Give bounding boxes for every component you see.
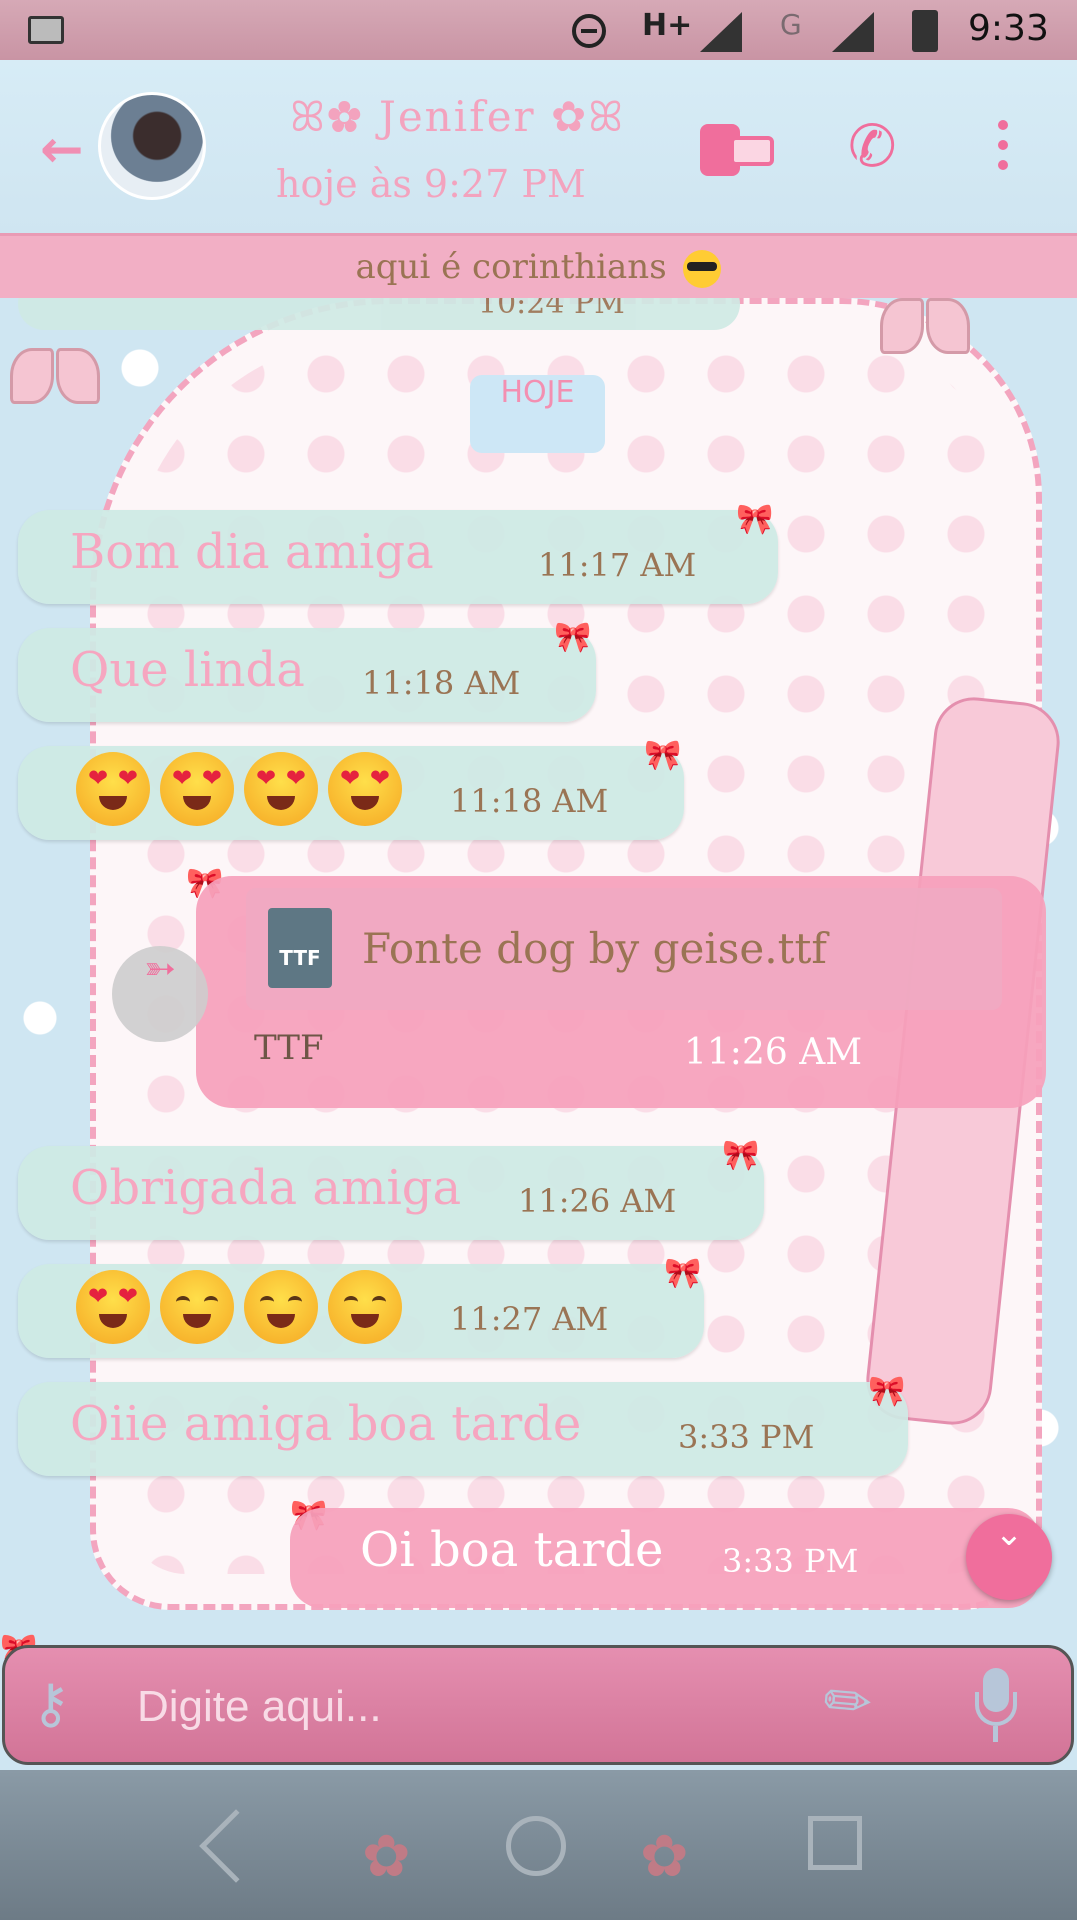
heart-eyes-emoji-icon xyxy=(160,752,234,826)
incoming-message-bubble[interactable]: 11:27 AM xyxy=(18,1264,704,1358)
nav-home-icon[interactable] xyxy=(506,1816,566,1876)
message-input-bar: ⚷ ✎ xyxy=(2,1645,1074,1765)
nav-recents-icon[interactable] xyxy=(808,1816,862,1870)
system-navigation-bar: ✿ ✿ xyxy=(0,1770,1077,1920)
chat-header: ← ꕤ✿ Jenifer ✿ꕤ hoje às 9:27 PM ✆ xyxy=(0,60,1077,236)
heart-eyes-emoji-icon xyxy=(76,752,150,826)
incoming-message-bubble[interactable]: Que linda 11:18 AM xyxy=(18,628,596,722)
heart-eyes-emoji-icon xyxy=(244,752,318,826)
network-type-secondary: G xyxy=(780,8,802,41)
signal-strength-icon-2 xyxy=(832,12,874,52)
file-attachment-card[interactable]: TTF Fonte dog by geise.ttf xyxy=(246,888,1002,1010)
bow-decoration-icon: 🎀 xyxy=(736,502,774,537)
network-type: H+ xyxy=(642,8,693,43)
pinned-message-text: aqui é corinthians xyxy=(355,247,667,287)
heart-eyes-emoji-icon xyxy=(76,1270,150,1344)
voice-call-heart-icon[interactable]: ✆ xyxy=(848,112,897,180)
video-call-icon[interactable] xyxy=(700,116,774,178)
contact-name[interactable]: ꕤ✿ Jenifer ✿ꕤ xyxy=(290,92,625,142)
message-time: 11:17 AM xyxy=(538,546,697,584)
scroll-to-bottom-icon[interactable]: ⌄ xyxy=(966,1514,1052,1600)
do-not-disturb-icon xyxy=(572,14,606,48)
incoming-message-bubble[interactable]: Obrigada amiga 11:26 AM xyxy=(18,1146,764,1240)
contact-avatar[interactable] xyxy=(98,92,206,200)
bow-decoration-icon: 🎀 xyxy=(868,1374,906,1409)
smiling-emoji-icon xyxy=(244,1270,318,1344)
emoji-row xyxy=(76,752,412,826)
ttf-file-icon: TTF xyxy=(268,908,332,988)
chat-area[interactable]: 10:24 PM HOJE Bom dia amiga 11:17 AM 🎀 Q… xyxy=(0,298,1077,1643)
attach-clip-icon[interactable]: ✎ xyxy=(810,1663,888,1743)
back-arrow-icon[interactable]: ← xyxy=(40,120,84,180)
message-time: 11:26 AM xyxy=(518,1182,677,1220)
incoming-message-bubble[interactable]: 11:18 AM xyxy=(18,746,684,840)
nav-back-icon[interactable] xyxy=(199,1809,273,1883)
heart-eyes-emoji-icon xyxy=(328,752,402,826)
key-icon[interactable]: ⚷ xyxy=(31,1672,71,1735)
forward-icon[interactable]: ➳ xyxy=(112,946,208,1042)
signal-strength-icon xyxy=(700,12,742,52)
microphone-icon[interactable] xyxy=(975,1668,1017,1748)
smiling-emoji-icon xyxy=(160,1270,234,1344)
last-seen-status: hoje às 9:27 PM xyxy=(276,162,586,206)
message-input[interactable] xyxy=(135,1668,779,1746)
message-time: 3:33 PM xyxy=(678,1418,815,1456)
message-text: Bom dia amiga xyxy=(70,524,434,580)
incoming-message-bubble[interactable]: Bom dia amiga 11:17 AM xyxy=(18,510,778,604)
pinned-message-bar[interactable]: aqui é corinthians xyxy=(0,236,1077,298)
bow-decoration-icon: 🎀 xyxy=(664,1256,702,1291)
status-time: 9:33 xyxy=(968,8,1049,49)
bow-decoration-icon: 🎀 xyxy=(554,620,592,655)
emoji-row xyxy=(76,1270,412,1344)
smiling-emoji-icon xyxy=(328,1270,402,1344)
message-text: Oi boa tarde xyxy=(360,1522,664,1578)
flower-decoration-icon: ✿ xyxy=(640,1822,689,1890)
message-time: 11:18 AM xyxy=(450,782,609,820)
wallpaper-bow-icon xyxy=(880,298,970,358)
incoming-message-bubble[interactable]: Oiie amiga boa tarde 3:33 PM xyxy=(18,1382,908,1476)
date-divider-chip: HOJE xyxy=(470,375,605,453)
message-text: Oiie amiga boa tarde xyxy=(70,1396,582,1452)
battery-icon xyxy=(912,10,938,52)
file-message-bubble[interactable]: TTF Fonte dog by geise.ttf TTF 11:26 AM xyxy=(196,876,1046,1108)
outgoing-message-bubble[interactable]: Oi boa tarde 3:33 PM xyxy=(290,1508,1040,1608)
wallpaper-bow-icon xyxy=(10,348,100,408)
bow-decoration-icon: 🎀 xyxy=(644,738,682,773)
sunglasses-emoji-icon xyxy=(683,250,722,288)
message-time: 3:33 PM xyxy=(722,1542,859,1580)
flower-decoration-icon: ✿ xyxy=(362,1822,411,1890)
message-time: 11:18 AM xyxy=(362,664,521,702)
file-name: Fonte dog by geise.ttf xyxy=(362,924,827,973)
message-time: 10:24 PM xyxy=(478,298,625,321)
status-bar: H+ G 9:33 xyxy=(0,0,1077,60)
message-time: 11:26 AM xyxy=(684,1032,863,1073)
previous-message-bubble[interactable]: 10:24 PM xyxy=(18,298,740,330)
message-time: 11:27 AM xyxy=(450,1300,609,1338)
bow-decoration-icon: 🎀 xyxy=(722,1138,760,1173)
file-type-label: TTF xyxy=(254,1028,324,1068)
message-text: Obrigada amiga xyxy=(70,1160,462,1216)
message-text: Que linda xyxy=(70,642,305,698)
more-vert-icon[interactable] xyxy=(998,120,1008,180)
gallery-notification-icon xyxy=(28,16,64,44)
